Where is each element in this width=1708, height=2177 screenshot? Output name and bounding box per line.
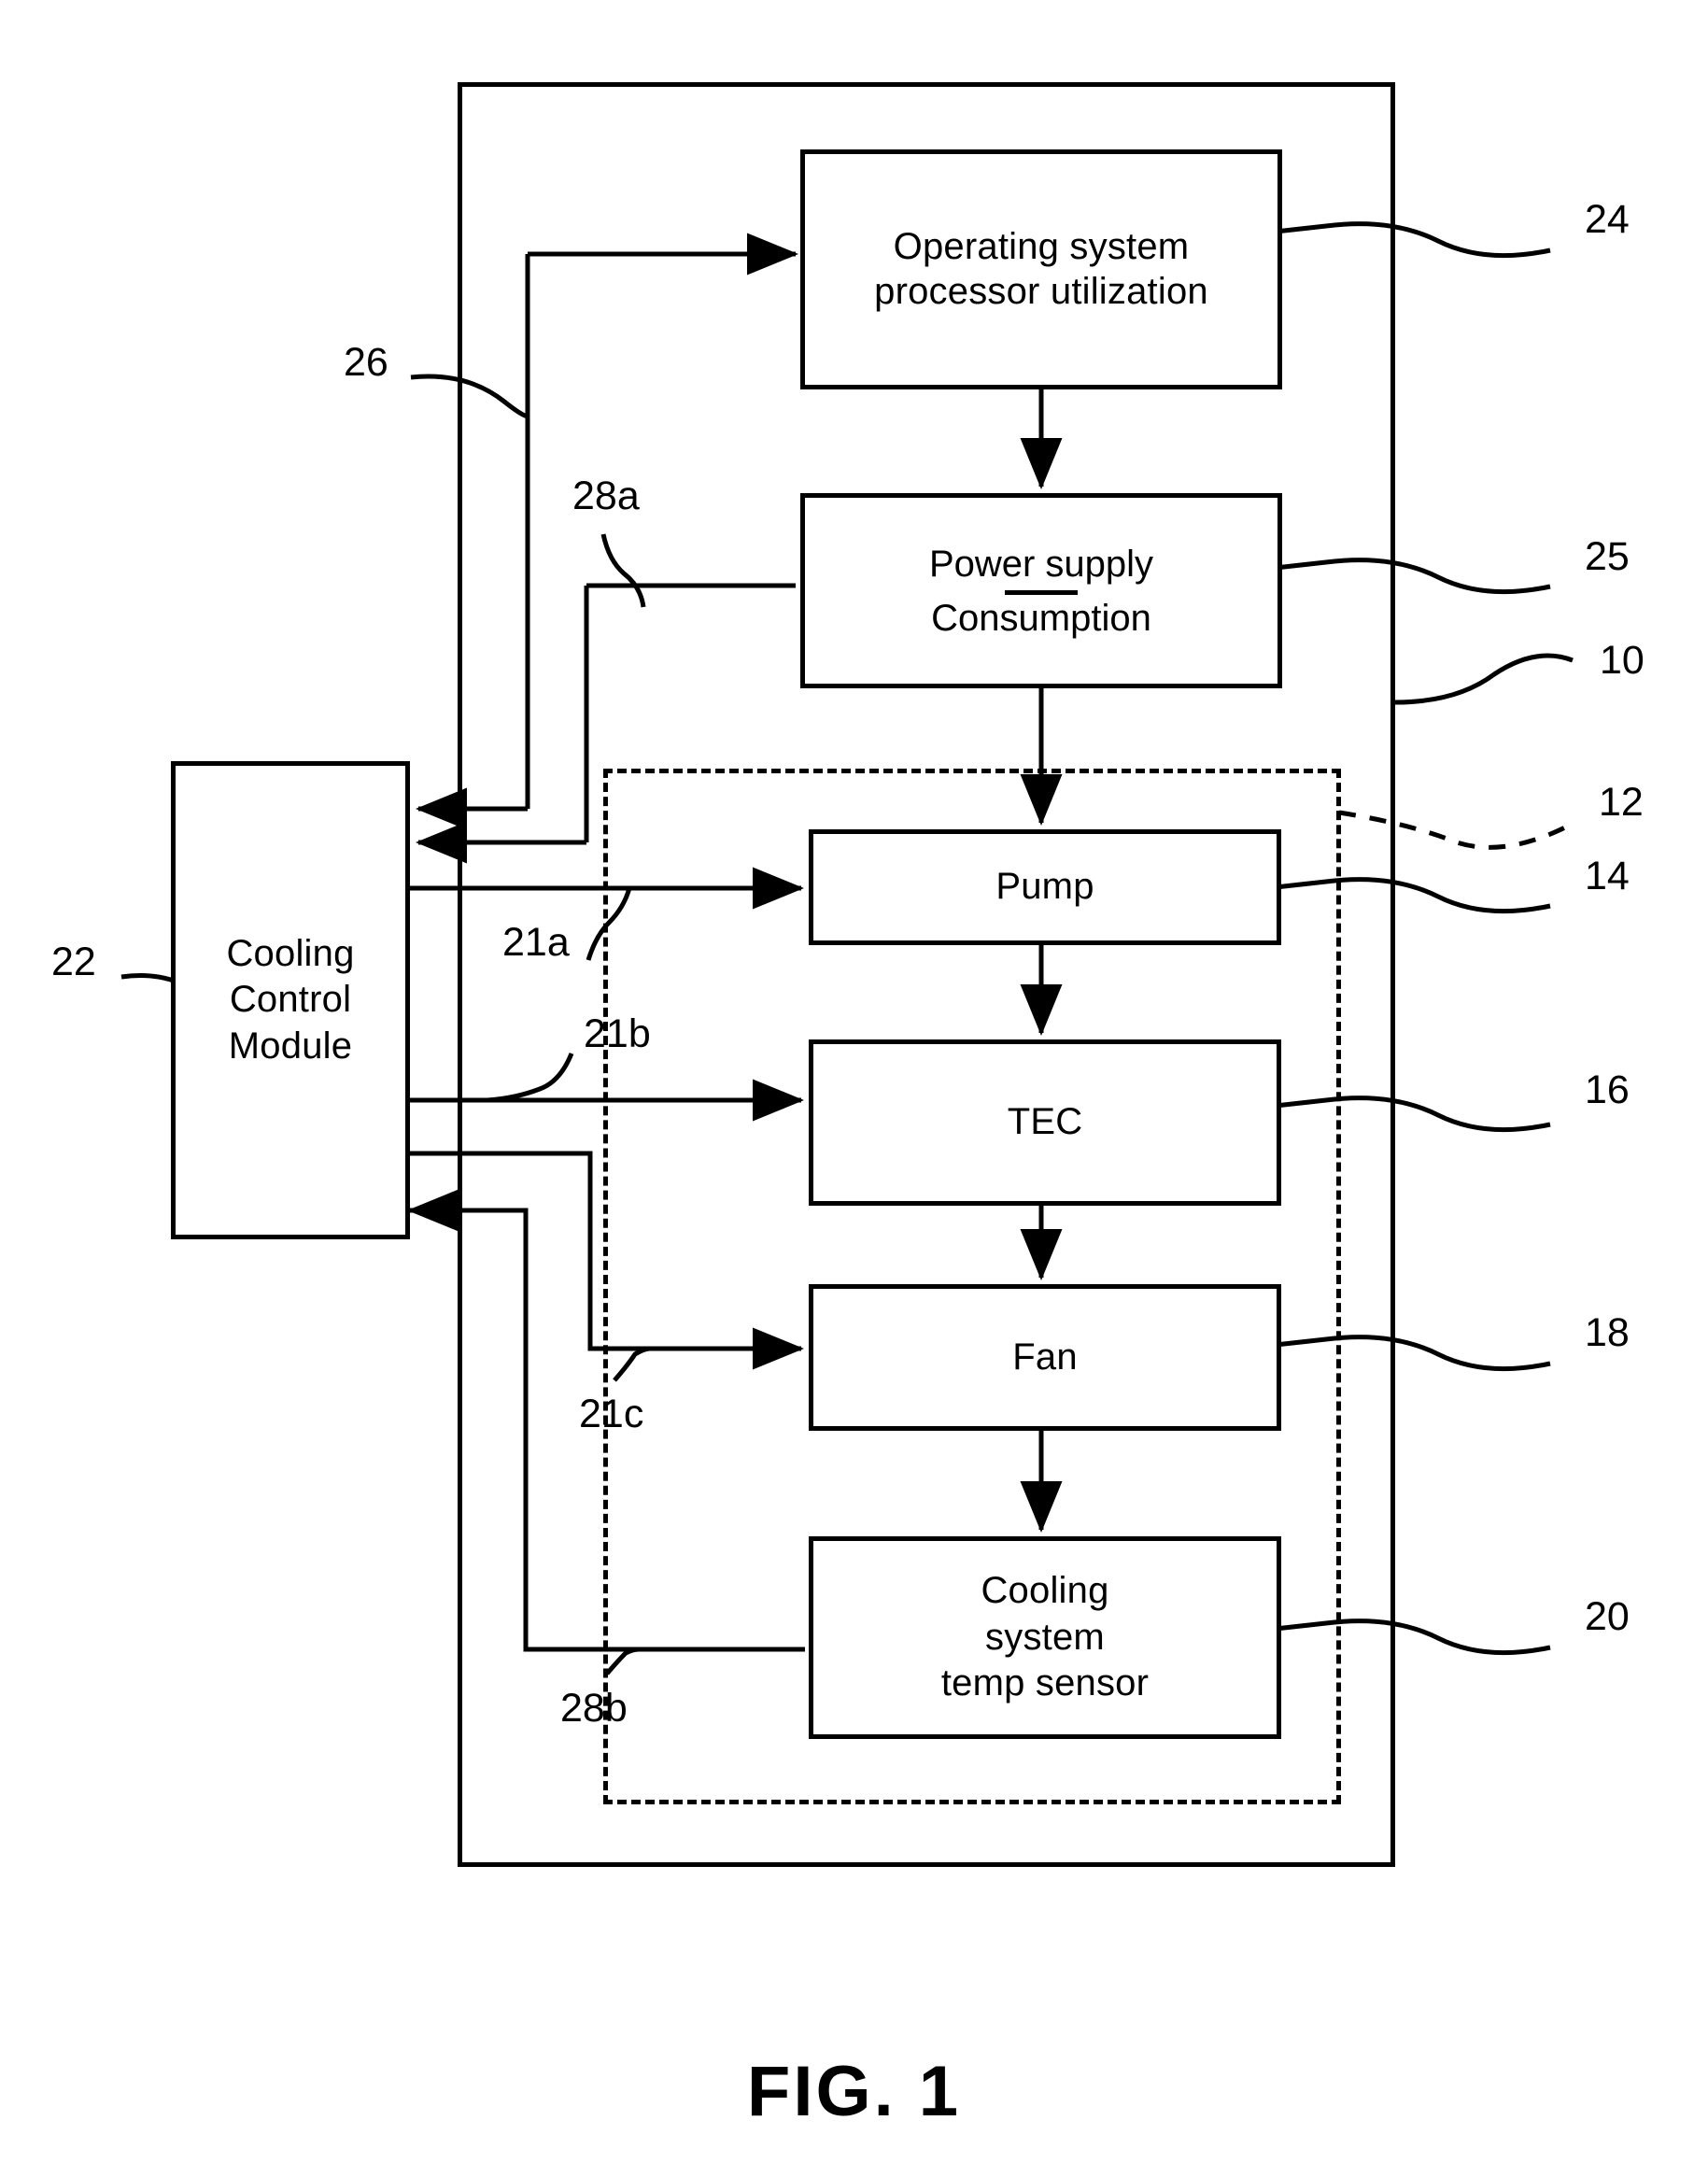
figure-caption: FIG. 1 xyxy=(746,2052,962,2131)
fan-box[interactable]: Fan xyxy=(809,1284,1281,1431)
cooling-system-temp-sensor-box[interactable]: Cooling system temp sensor xyxy=(809,1536,1281,1739)
power-supply-divider-rule xyxy=(1005,589,1078,595)
power-supply-consumption-box[interactable]: Power supply Consumption xyxy=(800,493,1282,688)
reference-numeral-28b: 28b xyxy=(560,1686,628,1731)
cooling-system-temp-sensor-label: Cooling system temp sensor xyxy=(940,1570,1150,1704)
cooling-control-module-label: Cooling Control Module xyxy=(226,932,355,1067)
reference-numeral-25: 25 xyxy=(1585,534,1630,579)
reference-numeral-18: 18 xyxy=(1585,1310,1630,1355)
reference-numeral-21b: 21b xyxy=(584,1011,651,1056)
fan-label: Fan xyxy=(1012,1336,1078,1378)
power-supply-label: Power supply xyxy=(928,543,1154,585)
os-processor-utilization-label: Operating system processor utilization xyxy=(874,226,1208,312)
patent-figure-page: Operating system processor utilization P… xyxy=(0,0,1708,2177)
reference-numeral-16: 16 xyxy=(1585,1067,1630,1112)
cooling-control-module-box[interactable]: Cooling Control Module xyxy=(171,761,410,1239)
pump-box[interactable]: Pump xyxy=(809,829,1281,945)
reference-numeral-10: 10 xyxy=(1600,638,1644,683)
os-processor-utilization-box[interactable]: Operating system processor utilization xyxy=(800,149,1282,389)
power-supply-stack: Power supply Consumption xyxy=(929,544,1153,638)
pump-label: Pump xyxy=(995,866,1094,908)
reference-numeral-20: 20 xyxy=(1585,1594,1630,1639)
reference-numeral-22: 22 xyxy=(51,940,96,984)
reference-numeral-21a: 21a xyxy=(502,920,570,965)
reference-numeral-26: 26 xyxy=(344,340,388,385)
consumption-label: Consumption xyxy=(931,597,1151,639)
tec-box[interactable]: TEC xyxy=(809,1039,1281,1206)
tec-label: TEC xyxy=(1007,1101,1083,1143)
reference-numeral-21c: 21c xyxy=(579,1392,644,1436)
reference-numeral-14: 14 xyxy=(1585,854,1630,898)
reference-numeral-12: 12 xyxy=(1599,780,1644,825)
reference-numeral-28a: 28a xyxy=(572,474,640,518)
reference-numeral-24: 24 xyxy=(1585,197,1630,242)
leader-10 xyxy=(1394,653,1574,705)
